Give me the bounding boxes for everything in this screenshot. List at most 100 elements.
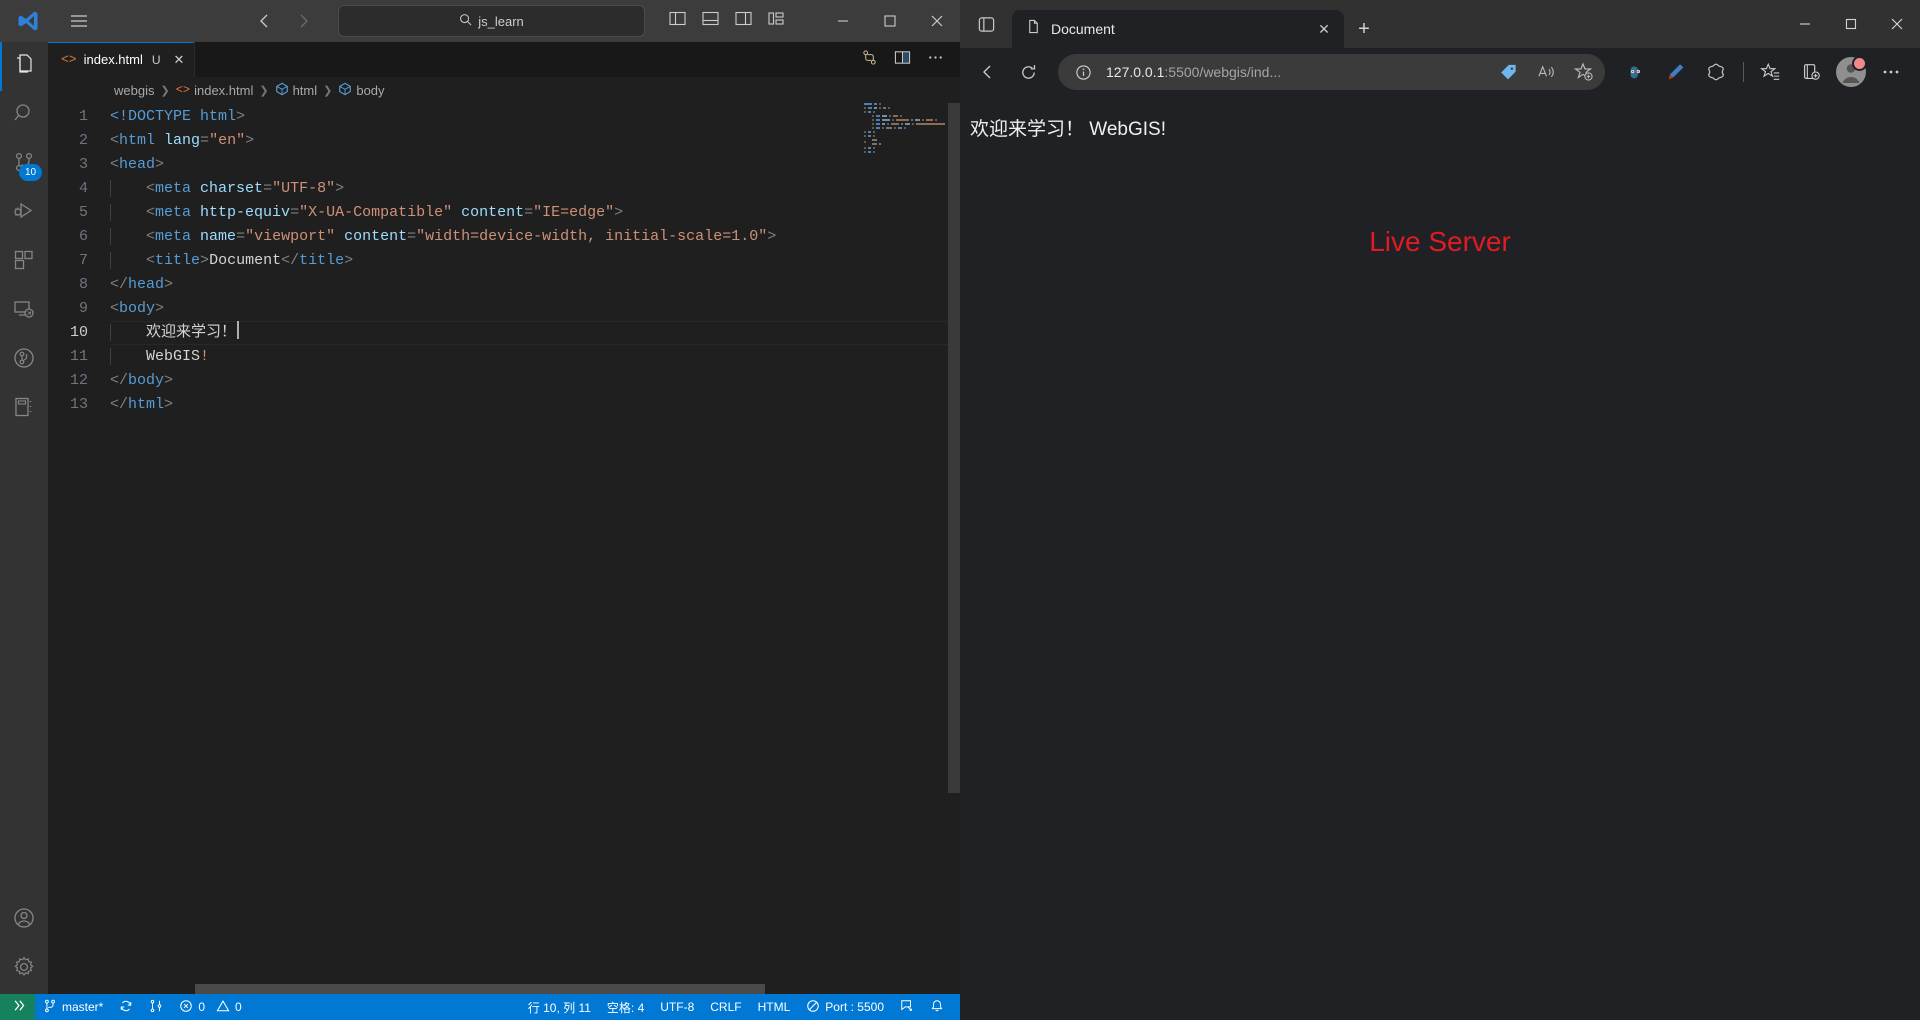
code-token: < <box>110 300 120 317</box>
read-aloud-icon[interactable] <box>1531 57 1561 87</box>
breadcrumb-item-body[interactable]: body <box>338 82 385 99</box>
new-tab-button[interactable]: + <box>1344 10 1384 48</box>
sidebar-item-notebook[interactable] <box>0 385 48 434</box>
customize-layout-icon[interactable] <box>768 10 785 32</box>
address-bar[interactable]: 127.0.0.1:5500/webgis/ind... <box>1058 54 1605 90</box>
code-line[interactable]: <head> <box>110 153 960 177</box>
code-line[interactable]: </body> <box>110 369 960 393</box>
status-pull-requests[interactable] <box>141 994 171 1020</box>
sidebar-item-manage-settings[interactable] <box>0 945 48 994</box>
status-language-mode[interactable]: HTML <box>750 994 799 1020</box>
hamburger-menu-icon[interactable] <box>56 12 102 30</box>
breadcrumb-label: webgis <box>114 82 155 98</box>
add-favorite-icon[interactable] <box>1569 57 1599 87</box>
refresh-icon[interactable] <box>1010 54 1046 90</box>
horizontal-scrollbar-thumb[interactable] <box>195 984 765 994</box>
code-line[interactable]: <html lang="en"> <box>110 129 960 153</box>
code-line[interactable]: 欢迎来学习！ <box>110 321 960 345</box>
close-button[interactable] <box>913 0 960 42</box>
command-center-search[interactable]: js_learn <box>338 5 645 37</box>
forward-arrow-icon[interactable] <box>290 8 316 34</box>
profile-avatar-icon[interactable] <box>1832 54 1870 90</box>
sidebar-item-run-and-debug[interactable] <box>0 189 48 238</box>
status-notifications[interactable] <box>922 994 952 1020</box>
indent-guide <box>110 252 146 269</box>
maximize-button[interactable] <box>866 0 913 42</box>
vertical-scrollbar-thumb[interactable] <box>948 103 960 793</box>
breadcrumb-item-webgis[interactable]: webgis <box>114 83 154 98</box>
code-line[interactable]: WebGIS! <box>110 345 960 369</box>
price-tag-icon[interactable] <box>1493 57 1523 87</box>
browser-essentials-icon[interactable] <box>1697 54 1735 90</box>
editor-tab-index-html[interactable]: <> index.html U ✕ <box>48 42 196 77</box>
split-editor-right-icon[interactable] <box>894 49 911 71</box>
minimize-button[interactable] <box>1782 0 1828 48</box>
status-encoding[interactable]: UTF-8 <box>652 994 702 1020</box>
collections-icon[interactable] <box>1792 54 1830 90</box>
toggle-secondary-sidebar-icon[interactable] <box>735 10 752 32</box>
more-options-icon[interactable] <box>1872 54 1910 90</box>
code-line[interactable]: <meta http-equiv="X-UA-Compatible" conte… <box>110 201 960 225</box>
toggle-primary-sidebar-icon[interactable] <box>669 10 686 32</box>
minimap-token <box>868 147 871 149</box>
info-circle-icon[interactable] <box>1068 57 1098 87</box>
close-button[interactable] <box>1874 0 1920 48</box>
favorites-list-icon[interactable] <box>1752 54 1790 90</box>
status-live-server[interactable]: Port : 5500 <box>798 994 892 1020</box>
horizontal-scrollbar[interactable] <box>110 984 850 994</box>
split-editor-down-icon[interactable] <box>861 49 878 71</box>
account-icon <box>12 906 36 935</box>
code-line[interactable]: <meta name="viewport" content="width=dev… <box>110 225 960 249</box>
toggle-panel-icon[interactable] <box>702 10 719 32</box>
status-indentation[interactable]: 空格: 4 <box>599 994 652 1020</box>
status-cursor-position[interactable]: 行 10, 列 11 <box>520 994 599 1020</box>
sidebar-item-extensions[interactable] <box>0 238 48 287</box>
code-token: ! <box>200 348 210 365</box>
code-line[interactable]: </html> <box>110 393 960 417</box>
sidebar-item-git-graph[interactable] <box>0 336 48 385</box>
browser-page-content[interactable]: 欢迎来学习！ WebGIS! Live Server <box>960 96 1920 1020</box>
split-screen-icon[interactable] <box>1617 54 1655 90</box>
close-icon[interactable]: ✕ <box>1312 21 1336 38</box>
sidebar-item-source-control[interactable]: 10 <box>0 140 48 189</box>
code-line[interactable]: </head> <box>110 273 960 297</box>
line-number: 2 <box>78 132 88 149</box>
close-icon[interactable]: ✕ <box>174 52 185 68</box>
vertical-scrollbar[interactable] <box>948 103 960 994</box>
back-arrow-icon[interactable] <box>970 54 1006 90</box>
code-line[interactable]: <meta charset="UTF-8"> <box>110 177 960 201</box>
code-line[interactable]: <!DOCTYPE html> <box>110 105 960 129</box>
sidebar-item-remote-explorer[interactable] <box>0 287 48 336</box>
code-line[interactable]: <title>Document</title> <box>110 249 960 273</box>
status-sync[interactable] <box>111 994 141 1020</box>
status-feedback[interactable] <box>892 994 922 1020</box>
status-eol[interactable]: CRLF <box>702 994 749 1020</box>
maximize-button[interactable] <box>1828 0 1874 48</box>
more-actions-icon[interactable] <box>927 49 944 71</box>
minimap-line <box>864 139 948 141</box>
symbol-field-icon <box>275 82 289 99</box>
status-remote-window[interactable] <box>0 994 35 1020</box>
sync-icon <box>119 999 133 1016</box>
sidebar-item-search[interactable] <box>0 91 48 140</box>
code-content[interactable]: <!DOCTYPE html> <html lang="en"> <head> <m… <box>110 105 960 417</box>
back-arrow-icon[interactable] <box>252 8 278 34</box>
sidebar-item-accounts[interactable] <box>0 896 48 945</box>
minimap-indent <box>864 143 870 145</box>
tab-search-icon[interactable] <box>960 0 1012 48</box>
indent-guide <box>110 180 146 197</box>
browser-tab-document[interactable]: Document ✕ <box>1012 10 1344 48</box>
minimize-button[interactable] <box>819 0 866 42</box>
minimap[interactable] <box>864 103 948 994</box>
collections-pen-icon[interactable] <box>1657 54 1695 90</box>
code-token: title <box>155 252 201 269</box>
code-token: Document <box>209 252 282 269</box>
status-problems[interactable]: 0 0 <box>171 994 249 1020</box>
status-branch[interactable]: master* <box>35 994 111 1020</box>
sidebar-item-explorer[interactable] <box>0 42 48 91</box>
breadcrumb-item-html[interactable]: html <box>275 82 317 99</box>
minimap-token <box>888 107 890 109</box>
breadcrumb-item-index-html[interactable]: <> index.html <box>176 83 254 98</box>
code-editor[interactable]: 1 2 3 4 5 6 7 8 9 10 11 12 13 <!DOCTYPE html> <html l… <box>48 103 960 994</box>
code-line[interactable]: <body> <box>110 297 960 321</box>
